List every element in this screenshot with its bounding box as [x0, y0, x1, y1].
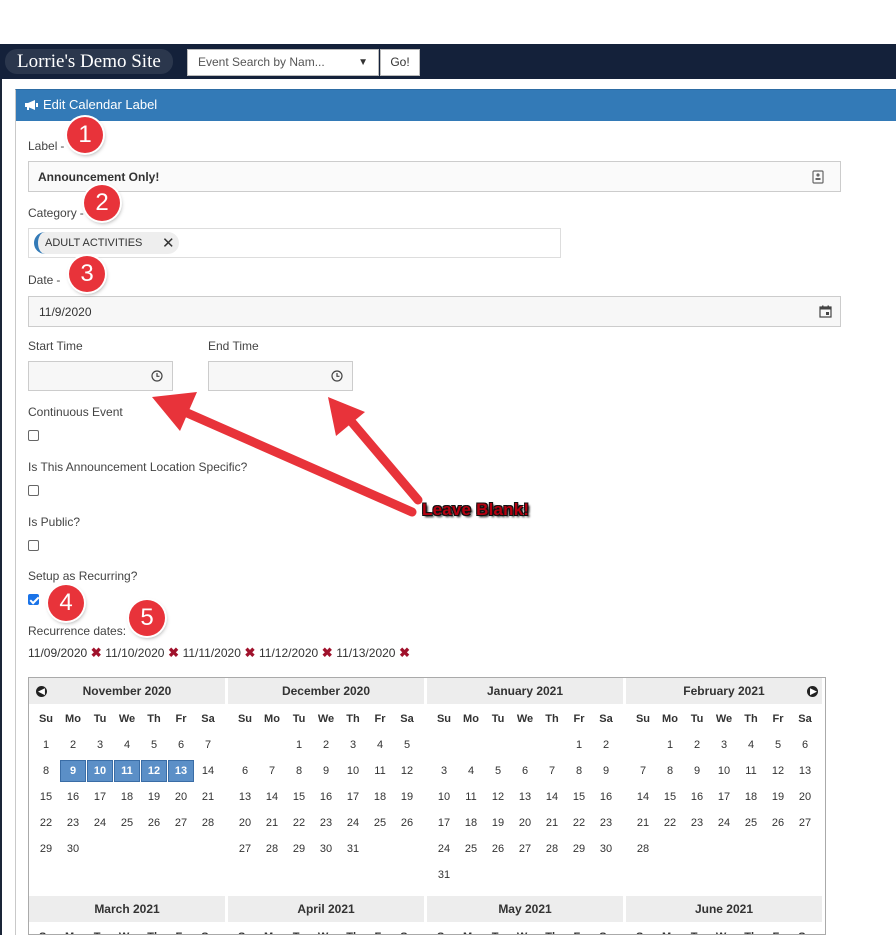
annotation-arrows: [152, 392, 423, 517]
leave-blank-callout: Leave Blank!: [422, 500, 530, 519]
